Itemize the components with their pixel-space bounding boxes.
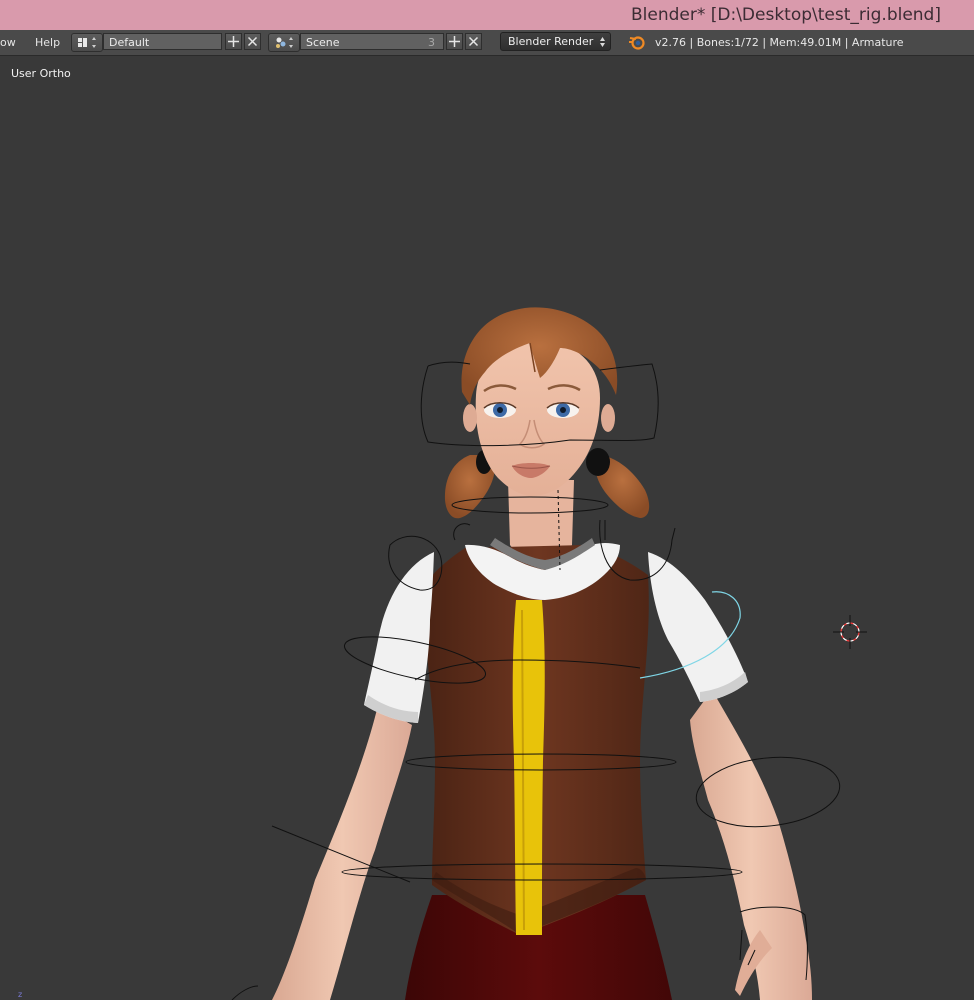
- left-eye: [483, 402, 517, 418]
- left-arm: [272, 705, 412, 1000]
- left-sleeve: [364, 552, 434, 723]
- scene-name: Scene: [306, 36, 340, 49]
- scene-field[interactable]: Scene 3: [300, 33, 444, 50]
- plus-icon: [449, 36, 460, 47]
- window-titlebar: Blender* [D:\Desktop\test_rig.blend]: [0, 0, 974, 30]
- info-header: ow Help Default Scene 3 Blender Render v…: [0, 30, 974, 56]
- delete-screen-button[interactable]: [244, 33, 261, 50]
- screen-layout-icon: [78, 37, 96, 48]
- add-screen-button[interactable]: [225, 33, 242, 50]
- delete-scene-button[interactable]: [465, 33, 482, 50]
- blender-logo-icon: [629, 36, 645, 50]
- plus-icon: [228, 36, 239, 47]
- right-eye: [546, 402, 580, 418]
- menu-window[interactable]: ow: [0, 36, 16, 49]
- render-engine-dropdown[interactable]: Blender Render: [500, 32, 611, 51]
- scene-icon: [276, 37, 293, 48]
- chevron-updown-icon: [600, 37, 605, 47]
- close-icon: [247, 36, 258, 47]
- window-title: Blender* [D:\Desktop\test_rig.blend]: [630, 5, 941, 25]
- scene-users-count: 3: [428, 36, 435, 49]
- screen-layout-field[interactable]: Default: [103, 33, 222, 50]
- cursor-3d-icon: [833, 615, 867, 649]
- add-scene-button[interactable]: [446, 33, 463, 50]
- close-icon: [468, 36, 479, 47]
- scene-render: [231, 307, 867, 1000]
- scene-statistics: v2.76 | Bones:1/72 | Mem:49.01M | Armatu…: [655, 36, 904, 49]
- render-engine-label: Blender Render: [508, 35, 594, 48]
- scene-selector[interactable]: [268, 33, 300, 52]
- screen-layout-selector[interactable]: [71, 33, 103, 52]
- menu-help[interactable]: Help: [35, 36, 60, 49]
- right-sleeve: [648, 552, 748, 702]
- 3d-viewport[interactable]: User Ortho z: [0, 56, 974, 1000]
- vest-lacing: [512, 600, 545, 935]
